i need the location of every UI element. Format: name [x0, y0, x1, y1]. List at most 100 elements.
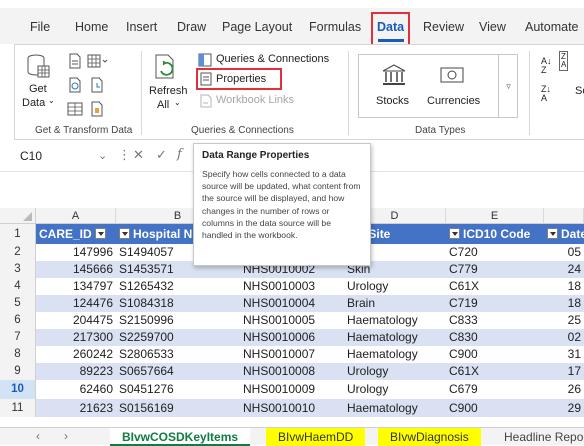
cell-care-id[interactable]: 62460: [36, 380, 116, 399]
row-header[interactable]: 2: [0, 244, 36, 261]
insert-function-icon[interactable]: f: [177, 147, 182, 162]
chevron-down-icon[interactable]: ⌄: [98, 149, 107, 162]
cell-icd10[interactable]: C61X: [446, 278, 544, 295]
tab-home[interactable]: Home: [75, 20, 108, 34]
cell-icd10[interactable]: C830: [446, 329, 544, 346]
cell-date[interactable]: 18: [544, 278, 584, 295]
from-table-icon[interactable]: [87, 53, 109, 69]
sheet-tab-diagnosis[interactable]: BIvwDiagnosis: [378, 428, 481, 446]
row-header[interactable]: 9: [0, 363, 36, 380]
filter-dropdown-icon[interactable]: [449, 228, 460, 240]
cell-icd10[interactable]: C900: [446, 346, 544, 363]
cell-hospital-num[interactable]: S0156169: [116, 399, 240, 417]
cell-nhs[interactable]: NHS0010005: [240, 312, 344, 329]
cell-date[interactable]: 31: [544, 346, 584, 363]
cell-nhs[interactable]: NHS0010003: [240, 278, 344, 295]
cell-nhs[interactable]: NHS0010004: [240, 295, 344, 312]
cell-date[interactable]: 26: [544, 380, 584, 399]
sheet-tab-cosd-key-items[interactable]: BIvwCOSDKeyItems: [110, 428, 251, 446]
cell-icd10[interactable]: C720: [446, 244, 544, 261]
cell-care-id[interactable]: 217300: [36, 329, 116, 346]
row-header[interactable]: 1: [0, 224, 36, 244]
gallery-more-button[interactable]: ▿: [498, 55, 518, 117]
cell-icd10[interactable]: C833: [446, 312, 544, 329]
cell-care-id[interactable]: 124476: [36, 295, 116, 312]
recent-sources-icon[interactable]: [89, 77, 105, 93]
cell-cancer-site[interactable]: Haematology: [344, 329, 446, 346]
cell-cancer-site[interactable]: Haematology: [344, 346, 446, 363]
cell-nhs[interactable]: NHS0010006: [240, 329, 344, 346]
cell-hospital-num[interactable]: S1265432: [116, 278, 240, 295]
name-box[interactable]: C10: [20, 149, 42, 163]
tab-formulas[interactable]: Formulas: [309, 20, 361, 34]
tab-automate[interactable]: Automate: [525, 20, 579, 34]
cell-date[interactable]: 18: [544, 295, 584, 312]
row-header-selected[interactable]: 10: [0, 380, 36, 399]
cell-icd10[interactable]: C679: [446, 380, 544, 399]
row-header[interactable]: 3: [0, 261, 36, 278]
next-sheet-icon[interactable]: ›: [64, 429, 68, 443]
sheet-tab-haem-dd[interactable]: BIvwHaemDD: [266, 428, 366, 446]
tab-view[interactable]: View: [479, 20, 506, 34]
column-header-f[interactable]: [544, 208, 584, 224]
cell-date[interactable]: 02: [544, 329, 584, 346]
cell-date[interactable]: 29: [544, 399, 584, 417]
filter-dropdown-icon[interactable]: [95, 228, 107, 240]
row-header[interactable]: 7: [0, 329, 36, 346]
row-header[interactable]: 11: [0, 399, 36, 417]
cell-icd10[interactable]: C61X: [446, 363, 544, 380]
existing-connections-icon[interactable]: [67, 101, 83, 117]
cell-nhs[interactable]: NHS0010007: [240, 346, 344, 363]
from-file-icon[interactable]: [89, 101, 105, 117]
from-text-icon[interactable]: [67, 53, 83, 69]
cell-date[interactable]: 17: [544, 363, 584, 380]
row-header[interactable]: 5: [0, 295, 36, 312]
column-header-a[interactable]: A: [36, 208, 116, 224]
cell-care-id[interactable]: 134797: [36, 278, 116, 295]
cell-hospital-num[interactable]: S0657664: [116, 363, 240, 380]
header-care-id[interactable]: CARE_ID: [36, 224, 116, 244]
cell-icd10[interactable]: C719: [446, 295, 544, 312]
cell-date[interactable]: 24: [544, 261, 584, 278]
cell-hospital-num[interactable]: S1084318: [116, 295, 240, 312]
header-date[interactable]: Date of: [544, 224, 584, 244]
cell-cancer-site[interactable]: Urology: [344, 278, 446, 295]
cell-care-id[interactable]: 204475: [36, 312, 116, 329]
cell-nhs[interactable]: NHS0010009: [240, 380, 344, 399]
header-icd10[interactable]: ICD10 Code: [446, 224, 544, 244]
tab-file[interactable]: File: [30, 20, 50, 34]
tab-page-layout[interactable]: Page Layout: [222, 20, 292, 34]
cancel-icon[interactable]: ✕: [133, 147, 144, 163]
cell-icd10[interactable]: C900: [446, 399, 544, 417]
cell-care-id[interactable]: 21623: [36, 399, 116, 417]
row-header[interactable]: 4: [0, 278, 36, 295]
cell-icd10[interactable]: C779: [446, 261, 544, 278]
filter-dropdown-icon[interactable]: [547, 228, 558, 240]
sheet-tab-headline-report[interactable]: Headline Report: [492, 428, 584, 446]
cell-nhs[interactable]: NHS0010010: [240, 399, 344, 417]
tab-draw[interactable]: Draw: [177, 20, 206, 34]
cell-nhs[interactable]: NHS0010008: [240, 363, 344, 380]
cell-care-id[interactable]: 260242: [36, 346, 116, 363]
cell-cancer-site[interactable]: Haematology: [344, 312, 446, 329]
cell-care-id[interactable]: 89223: [36, 363, 116, 380]
row-header[interactable]: 8: [0, 346, 36, 363]
cell-hospital-num[interactable]: S0451276: [116, 380, 240, 399]
cell-cancer-site[interactable]: Brain: [344, 295, 446, 312]
select-all-button[interactable]: [0, 208, 36, 224]
cell-hospital-num[interactable]: S2150996: [116, 312, 240, 329]
tab-review[interactable]: Review: [423, 20, 464, 34]
prev-sheet-icon[interactable]: ‹: [36, 429, 40, 443]
cell-cancer-site[interactable]: Haematology: [344, 399, 446, 417]
cell-date[interactable]: 25: [544, 312, 584, 329]
cell-care-id[interactable]: 145666: [36, 261, 116, 278]
column-header-e[interactable]: E: [446, 208, 544, 224]
row-header[interactable]: 6: [0, 312, 36, 329]
cell-cancer-site[interactable]: Urology: [344, 363, 446, 380]
cell-hospital-num[interactable]: S2806533: [116, 346, 240, 363]
enter-check-icon[interactable]: ✓: [156, 147, 167, 163]
cell-care-id[interactable]: 147996: [36, 244, 116, 261]
from-web-icon[interactable]: [67, 77, 83, 93]
cell-cancer-site[interactable]: Urology: [344, 380, 446, 399]
filter-dropdown-icon[interactable]: [119, 228, 130, 240]
